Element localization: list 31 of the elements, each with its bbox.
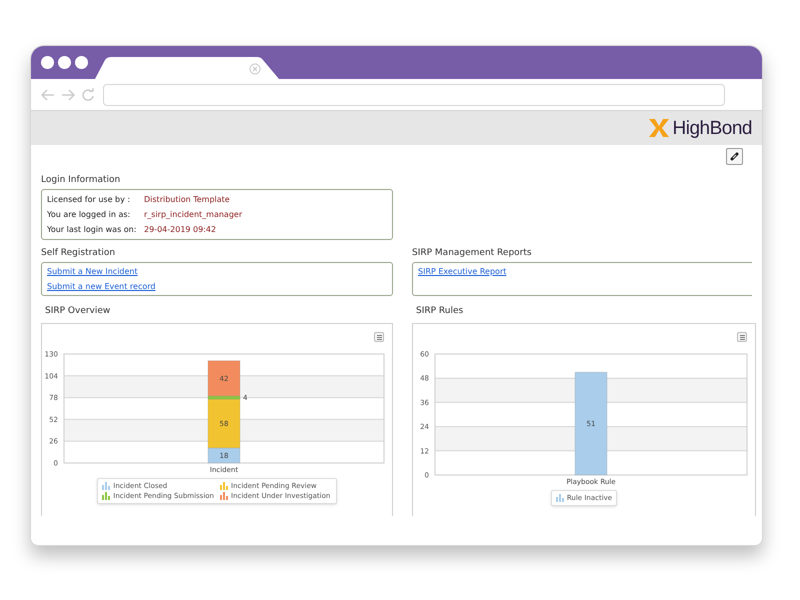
info-label: Licensed for use by : — [47, 194, 132, 206]
menu-button[interactable] — [737, 332, 747, 342]
address-bar[interactable] — [103, 84, 725, 106]
section-title: Self Registration — [41, 247, 116, 259]
menu-button[interactable] — [374, 332, 384, 342]
info-value: 29-04-2019 09:42 — [144, 224, 216, 236]
bar-chart-icon — [102, 492, 110, 500]
link[interactable]: Submit a new Event record — [47, 279, 156, 294]
back-arrow-icon[interactable] — [41, 88, 55, 100]
info-value: Distribution Template — [144, 194, 230, 206]
bar-chart-icon — [556, 494, 564, 502]
section-title: SIRP Management Reports — [412, 247, 533, 259]
forward-arrow-icon[interactable] — [61, 88, 75, 100]
bar-chart-icon — [102, 482, 110, 490]
logo-text: HighBond — [672, 118, 752, 138]
info-label: Your last login was on: — [47, 224, 138, 236]
logo-icon — [648, 119, 669, 137]
close-icon[interactable] — [249, 63, 261, 75]
link[interactable]: Submit a New Incident — [47, 264, 138, 279]
info-value: r_sirp_incident_manager — [144, 209, 242, 221]
link-icon — [730, 152, 739, 161]
link-button[interactable] — [726, 148, 743, 165]
section-title: SIRP Rules — [415, 305, 464, 317]
bar-chart-icon — [220, 492, 228, 500]
browser-tab[interactable] — [95, 57, 279, 79]
reload-icon[interactable] — [81, 88, 95, 102]
bar-chart-icon — [220, 482, 228, 490]
info-label: You are logged in as: — [47, 209, 132, 221]
section-title: SIRP Overview — [44, 305, 112, 317]
section-title: Login Information — [41, 174, 122, 186]
link[interactable]: SIRP Executive Report — [418, 264, 506, 279]
